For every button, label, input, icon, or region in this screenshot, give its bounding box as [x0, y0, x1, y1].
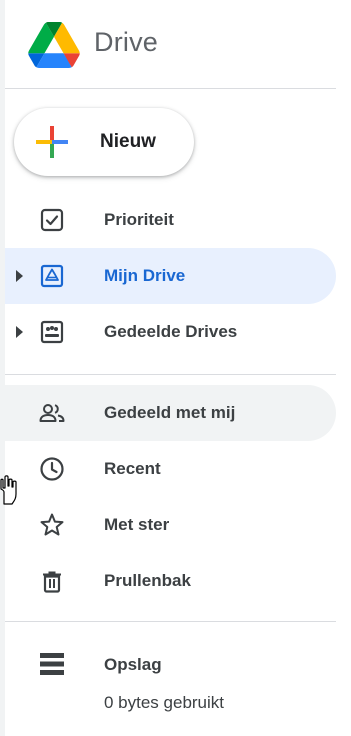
nav-label-prioriteit: Prioriteit: [104, 210, 174, 229]
plus-icon: [36, 126, 68, 158]
nav-label-recent: Recent: [104, 459, 161, 478]
storage-label[interactable]: Opslag: [104, 655, 162, 675]
nav-label-prullenbak: Prullenbak: [104, 571, 191, 590]
priority-checkbox-icon: [40, 208, 64, 232]
nav-item-met-ster[interactable]: Met ster: [5, 497, 336, 553]
left-edge-strip: [0, 0, 5, 736]
storage-icon: [40, 653, 64, 675]
shared-drives-icon: [40, 320, 64, 344]
expand-caret-icon[interactable]: [16, 270, 23, 282]
storage-divider: [5, 621, 336, 622]
nav-label-met-ster: Met ster: [104, 515, 170, 534]
nav-label-mijn-drive: Mijn Drive: [104, 266, 186, 285]
trash-icon: [43, 571, 61, 593]
nav-item-gedeelde-drives[interactable]: Gedeelde Drives: [5, 304, 336, 360]
header: Drive: [0, 0, 351, 88]
clock-icon: [40, 457, 64, 481]
drive-logo-icon[interactable]: [27, 22, 81, 68]
nav-label-gedeelde-drives: Gedeelde Drives: [104, 322, 238, 341]
star-icon: [40, 513, 64, 536]
nav-label-gedeeld-met-mij: Gedeeld met mij: [104, 403, 236, 422]
drive-sidebar: Drive Nieuw Prioriteit Mijn Drive Gedeel…: [0, 0, 351, 736]
nav-item-prullenbak[interactable]: Prullenbak: [5, 553, 336, 609]
app-title: Drive: [94, 27, 159, 57]
people-icon: [39, 404, 65, 422]
nav-item-mijn-drive[interactable]: Mijn Drive: [5, 248, 336, 304]
storage-usage: 0 bytes gebruikt: [104, 693, 225, 712]
nav-item-prioriteit[interactable]: Prioriteit: [5, 192, 336, 248]
nav-item-recent[interactable]: Recent: [5, 441, 336, 497]
nav-item-gedeeld-met-mij[interactable]: Gedeeld met mij: [5, 385, 336, 441]
new-button[interactable]: Nieuw: [14, 108, 194, 176]
hand-cursor-icon: [0, 475, 17, 505]
new-button-label: Nieuw: [100, 131, 156, 152]
section-divider: [5, 374, 336, 375]
my-drive-icon: [40, 264, 64, 288]
expand-caret-icon[interactable]: [16, 326, 23, 338]
header-divider: [5, 88, 336, 89]
